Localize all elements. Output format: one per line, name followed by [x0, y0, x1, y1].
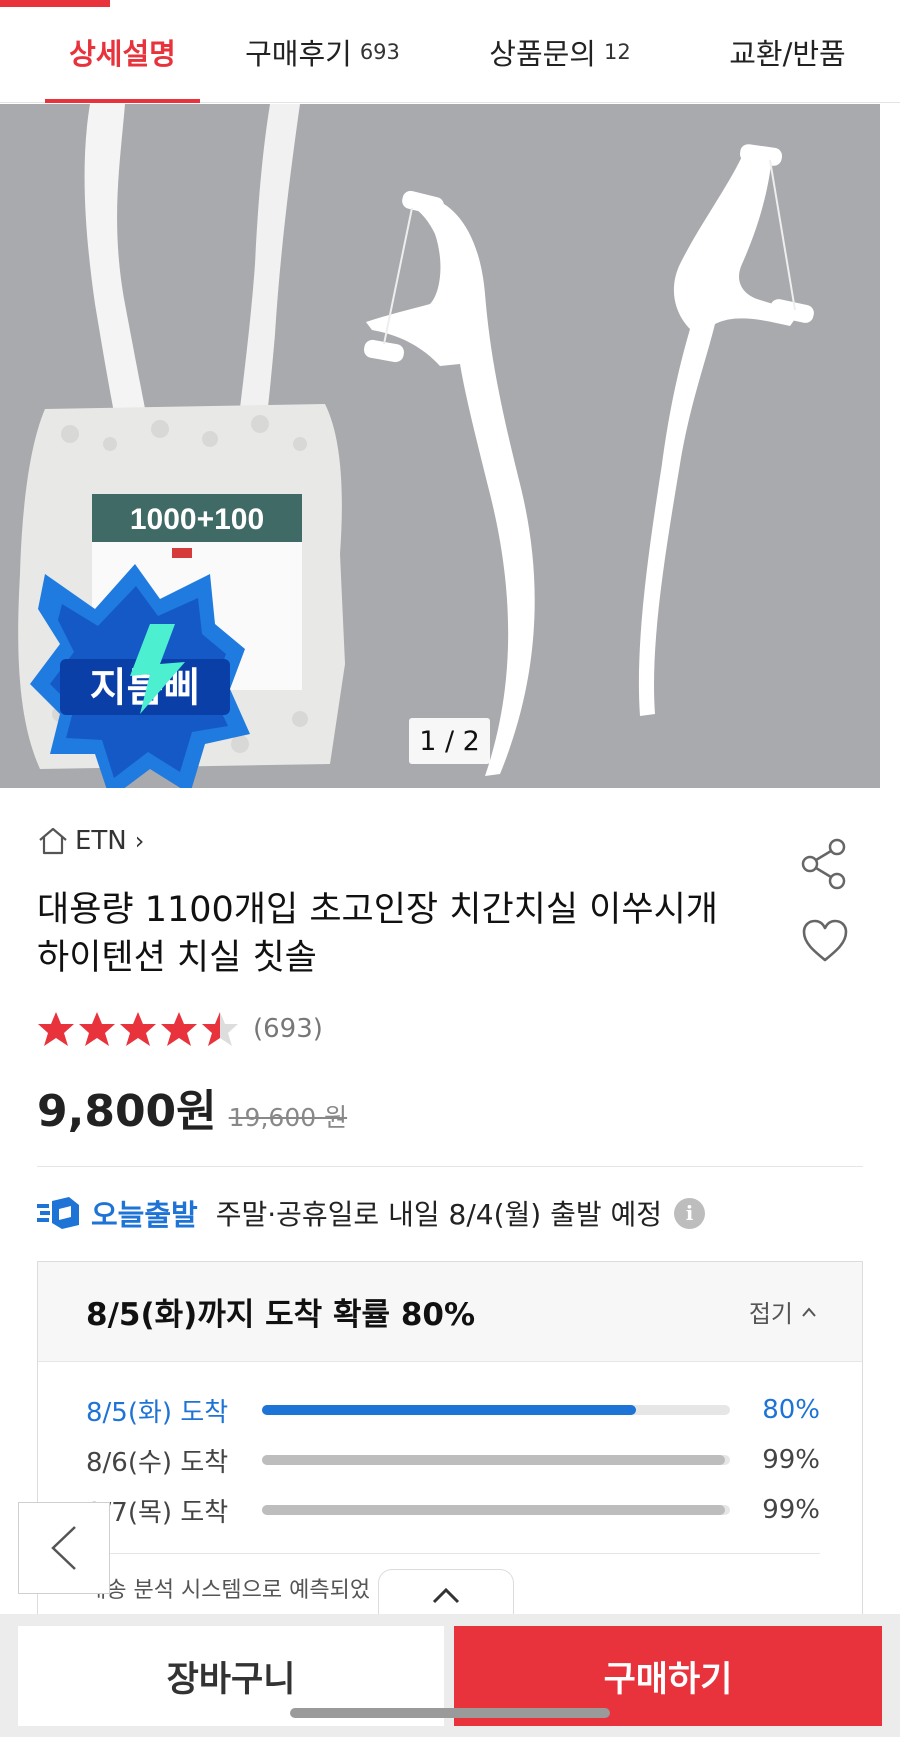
star-rating — [36, 1010, 241, 1048]
product-photo: 1000+100 지름삐 — [0, 104, 880, 788]
tab-exchange-return[interactable]: 교환/반품 — [675, 0, 900, 103]
arrival-date: 8/5(화) 도착 — [86, 1397, 229, 1428]
info-icon[interactable]: i — [674, 1197, 706, 1229]
product-image-gallery[interactable]: 1000+100 지름삐 1 / 2 — [0, 104, 880, 788]
probability-bar-fill — [262, 1455, 726, 1465]
arrival-row: 8/5(화) 도착 80% — [86, 1390, 820, 1430]
card-divider — [86, 1553, 820, 1554]
star-half-icon — [202, 1012, 238, 1046]
scroll-top-tab[interactable] — [378, 1569, 514, 1619]
tab-inquiries-label: 상품문의 — [489, 36, 596, 71]
arrival-row: 8/6(수) 도착 99% — [86, 1440, 820, 1480]
probability-bar-fill — [262, 1405, 637, 1415]
star-full-icon — [38, 1012, 74, 1046]
probability-bar — [262, 1505, 730, 1515]
package-label-text: 1000+100 — [130, 503, 264, 536]
chevron-up-icon — [802, 1306, 816, 1317]
price-block: 9,800원 19,600 원 — [37, 1075, 347, 1139]
arrival-percent: 99% — [762, 1445, 820, 1475]
prediction-note: 배송 분석 시스템으로 예측되었 — [86, 1578, 371, 1603]
tab-reviews-count: 693 — [359, 39, 400, 64]
product-title: 대용량 1100개입 초고인장 치간치실 이쑤시개 하이텐션 치실 칫솔 — [37, 886, 757, 982]
tab-details[interactable]: 상세설명 — [0, 0, 200, 103]
product-title-line1: 대용량 1100개입 초고인장 치간치실 이쑤시개 — [37, 890, 718, 930]
probability-bar-fill — [262, 1505, 726, 1515]
star-full-icon — [79, 1012, 115, 1046]
dispatch-schedule-text: 주말·공휴일로 내일 8/4(월) 출발 예정 — [215, 1198, 663, 1231]
rating-summary[interactable]: (693) — [36, 1010, 323, 1048]
star-full-icon — [120, 1012, 156, 1046]
share-icon[interactable] — [800, 838, 848, 890]
chevron-left-icon — [51, 1526, 76, 1570]
collapse-toggle[interactable]: 접기 — [749, 1294, 817, 1329]
detail-tab-bar: 상세설명 구매후기 693 상품문의 12 교환/반품 — [0, 0, 900, 103]
arrival-date: 8/6(수) 도착 — [86, 1447, 229, 1478]
bottom-action-bar: 장바구니 구매하기 — [0, 1614, 900, 1737]
star-full-icon — [161, 1012, 197, 1046]
wishlist-heart-icon[interactable] — [800, 918, 850, 964]
back-button[interactable] — [18, 1502, 110, 1594]
arrival-date: 8/7(목) 도착 — [86, 1497, 229, 1528]
tab-details-label: 상세설명 — [69, 36, 176, 71]
chevron-up-icon — [432, 1587, 460, 1603]
arrival-percent: 80% — [762, 1395, 820, 1425]
shipping-info: 오늘출발 주말·공휴일로 내일 8/4(월) 출발 예정 i — [37, 1192, 706, 1234]
chevron-right-icon: › — [134, 827, 145, 855]
tab-reviews[interactable]: 구매후기 693 — [200, 0, 445, 103]
review-count: (693) — [253, 1014, 323, 1044]
fast-delivery-truck-icon — [37, 1197, 79, 1229]
tab-inquiries[interactable]: 상품문의 12 — [445, 0, 675, 103]
gallery-page-indicator: 1 / 2 — [409, 718, 490, 764]
home-indicator — [290, 1708, 610, 1718]
tab-inquiries-count: 12 — [604, 39, 631, 64]
brand-name: ETN — [75, 826, 127, 856]
product-title-line2: 하이텐션 치실 칫솔 — [37, 938, 317, 978]
collapse-label: 접기 — [748, 1300, 793, 1328]
probability-bar — [262, 1455, 730, 1465]
probability-bar — [262, 1405, 730, 1415]
today-dispatch-label: 오늘출발 — [91, 1198, 198, 1232]
original-price: 19,600 원 — [228, 1103, 348, 1132]
section-divider — [37, 1166, 863, 1167]
arrival-percent: 99% — [762, 1495, 820, 1525]
arrival-probability-card: 8/5(화)까지 도착 확률 80% 접기 8/5(화) 도착 80% 8/6(… — [37, 1261, 863, 1621]
tab-reviews-label: 구매후기 — [245, 36, 352, 71]
brand-link[interactable]: ETN › — [37, 826, 144, 856]
arrival-card-title: 8/5(화)까지 도착 확률 80% — [86, 1297, 476, 1333]
store-home-icon — [39, 827, 67, 855]
tab-exchange-return-label: 교환/반품 — [729, 36, 846, 71]
arrival-row: 8/7(목) 도착 99% — [86, 1490, 820, 1530]
sale-price: 9,800원 — [37, 1086, 217, 1137]
arrival-card-header: 8/5(화)까지 도착 확률 80% 접기 — [38, 1262, 862, 1362]
